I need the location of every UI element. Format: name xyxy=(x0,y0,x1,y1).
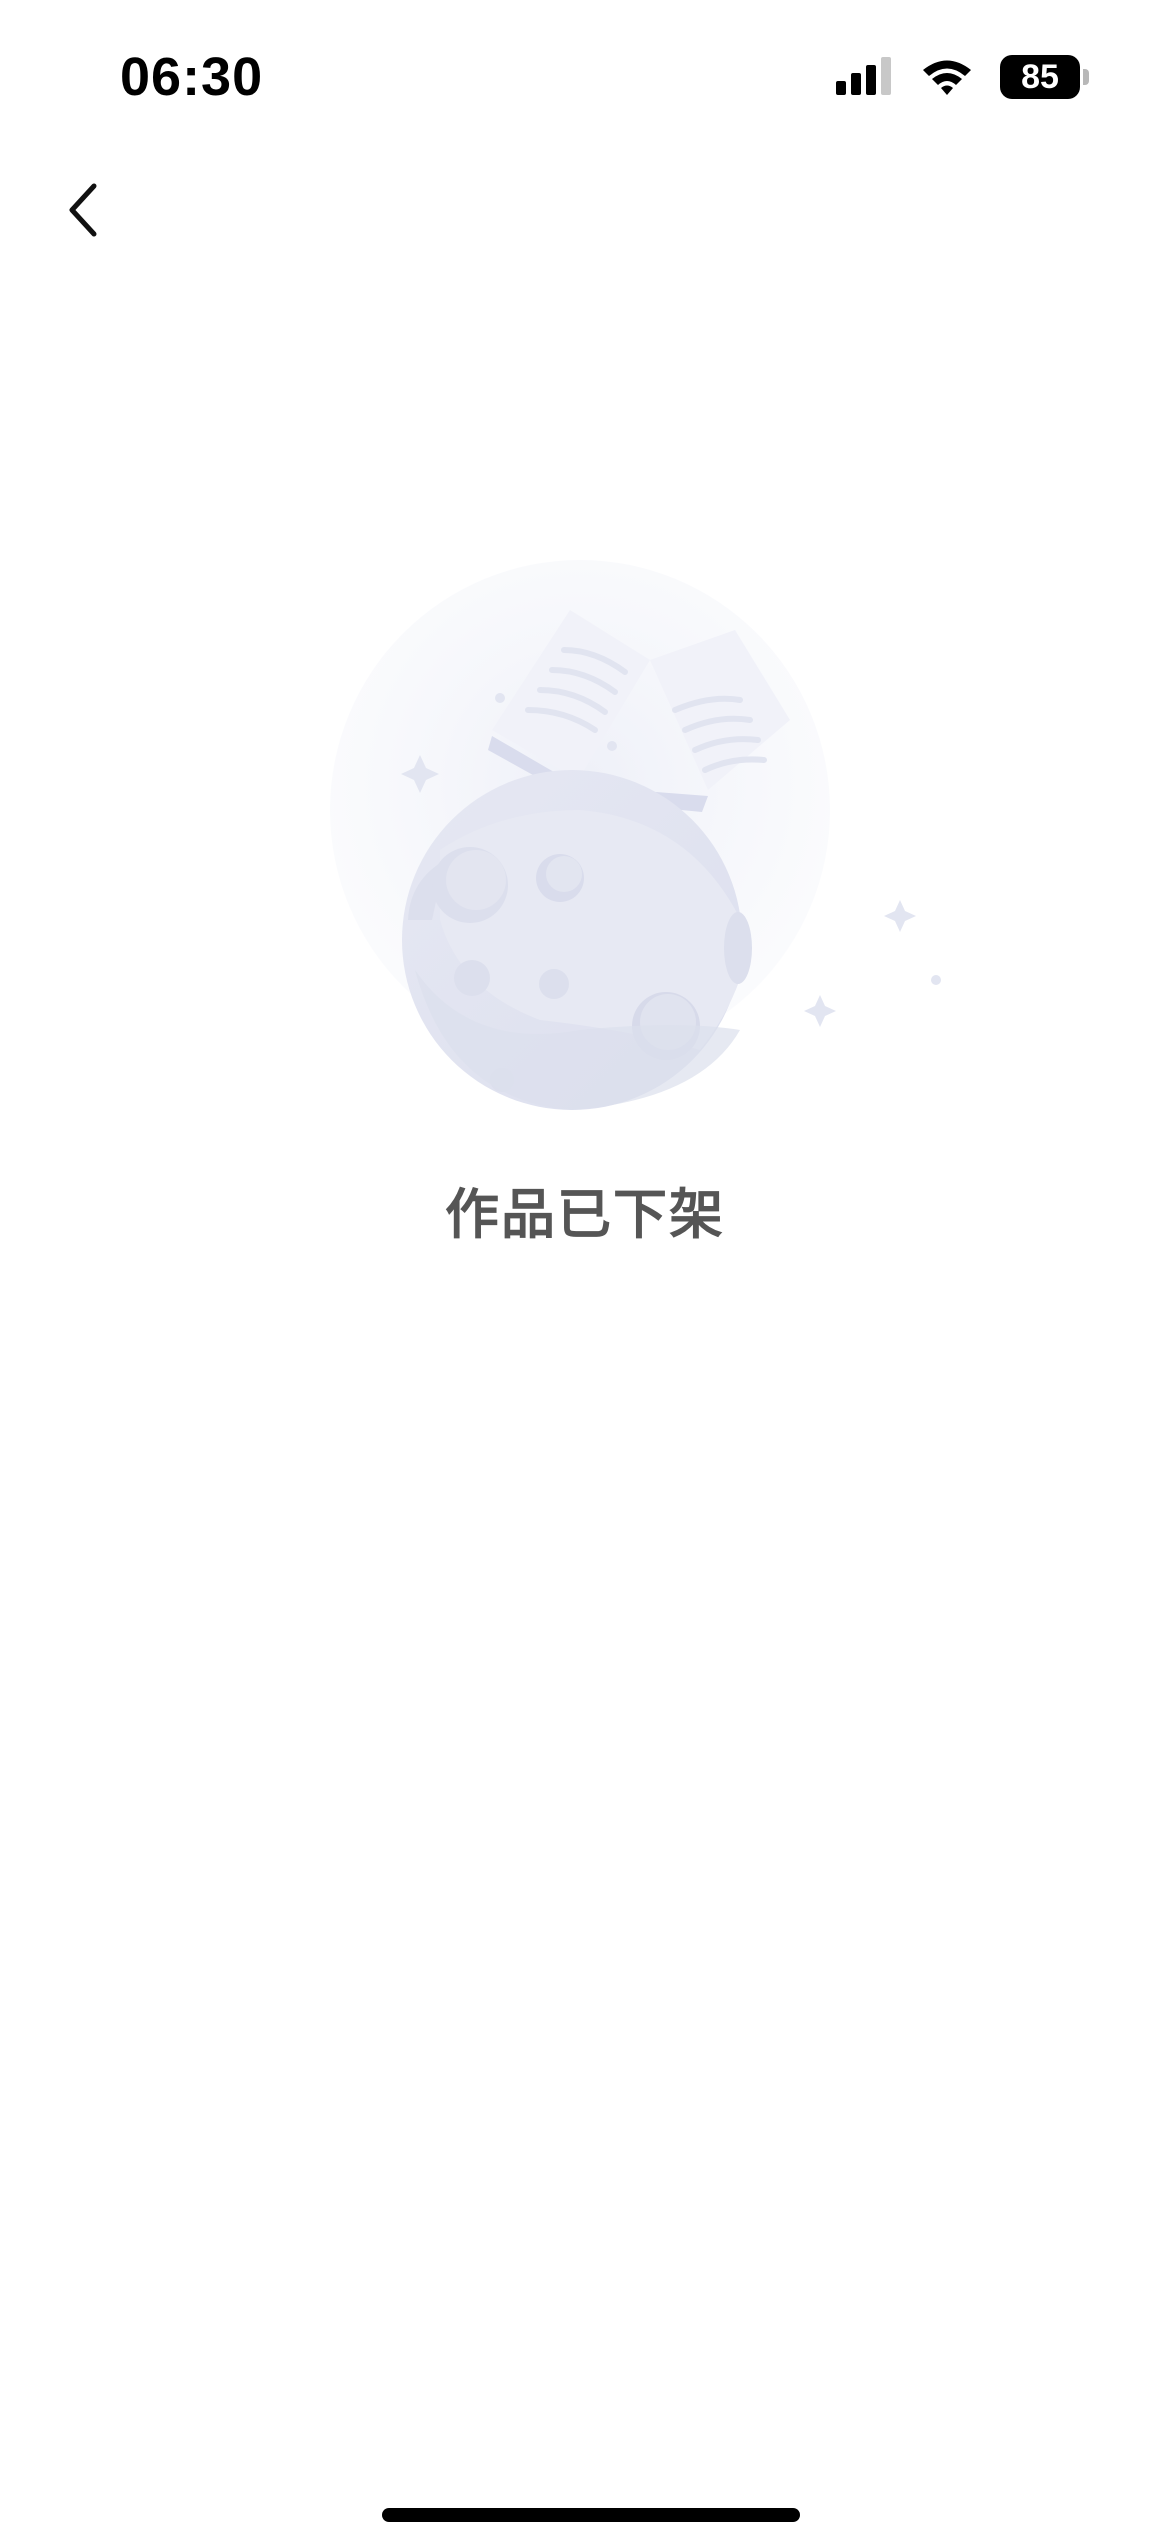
battery-level: 85 xyxy=(1000,55,1080,99)
empty-message: 作品已下架 xyxy=(445,1183,725,1246)
nav-bar xyxy=(0,150,1170,270)
battery-tip xyxy=(1083,69,1089,85)
wifi-icon xyxy=(923,60,971,95)
home-indicator[interactable] xyxy=(382,2508,800,2522)
back-button[interactable] xyxy=(44,170,124,250)
status-icons: 85 xyxy=(836,52,1090,102)
status-bar: 06:30 85 xyxy=(0,0,1170,150)
moon-with-book-illustration xyxy=(330,560,941,1110)
status-time: 06:30 xyxy=(120,47,264,107)
battery-icon: 85 xyxy=(1000,54,1090,100)
chevron-left-icon xyxy=(69,183,97,237)
signal-icon xyxy=(836,57,891,95)
